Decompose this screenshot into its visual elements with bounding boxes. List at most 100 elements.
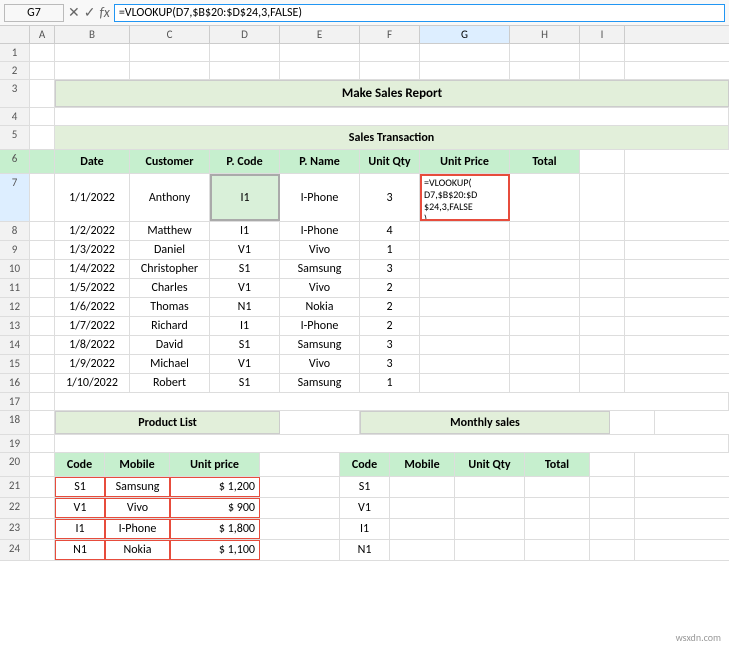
cell-total-15[interactable] <box>510 355 580 373</box>
ms-mobile-s1[interactable] <box>390 477 455 497</box>
cell-uprice-8[interactable] <box>420 222 510 240</box>
col-header-date[interactable]: Date <box>55 150 130 173</box>
ms-code-n1[interactable]: N1 <box>340 540 390 560</box>
cell-i7[interactable] <box>580 174 625 221</box>
main-title-cell[interactable]: Make Sales Report <box>55 80 729 107</box>
cell-pcode-16[interactable]: S1 <box>210 374 280 392</box>
cell-g2[interactable] <box>420 62 510 79</box>
ms-header-code[interactable]: Code <box>340 453 390 476</box>
cell-a6[interactable] <box>30 150 55 173</box>
cell-qty-9[interactable]: 1 <box>360 241 420 259</box>
cell-e18[interactable] <box>280 411 360 434</box>
cell-pcode-11[interactable]: V1 <box>210 279 280 297</box>
cell-a17[interactable] <box>30 393 55 410</box>
cell-pcode-13[interactable]: I1 <box>210 317 280 335</box>
cell-h2[interactable] <box>510 62 580 79</box>
cell-pname-16[interactable]: Samsung <box>280 374 360 392</box>
confirm-icon[interactable]: ✓ <box>84 4 96 21</box>
cell-reference[interactable]: G7 <box>4 4 64 22</box>
cell-h1[interactable] <box>510 44 580 61</box>
cell-a2[interactable] <box>30 62 55 79</box>
cell-a21[interactable] <box>30 477 55 497</box>
cell-date-14[interactable]: 1/8/2022 <box>55 336 130 354</box>
ms-mobile-n1[interactable] <box>390 540 455 560</box>
cell-pcode-8[interactable]: I1 <box>210 222 280 240</box>
cell-e23[interactable] <box>260 519 340 539</box>
ms-code-i1[interactable]: I1 <box>340 519 390 539</box>
cell-uprice-13[interactable] <box>420 317 510 335</box>
cell-customer-9[interactable]: Daniel <box>130 241 210 259</box>
cell-g1[interactable] <box>420 44 510 61</box>
cell-pname-8[interactable]: I-Phone <box>280 222 360 240</box>
cell-i9[interactable] <box>580 241 625 259</box>
cell-qty-11[interactable]: 2 <box>360 279 420 297</box>
cell-total-9[interactable] <box>510 241 580 259</box>
product-list-title[interactable]: Product List <box>55 411 280 434</box>
cell-pcode-9[interactable]: V1 <box>210 241 280 259</box>
cell-e2[interactable] <box>280 62 360 79</box>
cell-pname-10[interactable]: Samsung <box>280 260 360 278</box>
cell-qty-12[interactable]: 2 <box>360 298 420 316</box>
cell-i23[interactable] <box>590 519 635 539</box>
cell-date-16[interactable]: 1/10/2022 <box>55 374 130 392</box>
cell-a18[interactable] <box>30 411 55 434</box>
cell-uprice-15[interactable] <box>420 355 510 373</box>
cell-date-7[interactable]: 1/1/2022 <box>55 174 130 221</box>
ms-mobile-v1[interactable] <box>390 498 455 518</box>
col-header-qty[interactable]: Unit Qty <box>360 150 420 173</box>
prod-header-price[interactable]: Unit price <box>170 453 260 476</box>
cell-pname-11[interactable]: Vivo <box>280 279 360 297</box>
ms-qty-i1[interactable] <box>455 519 525 539</box>
cell-total-13[interactable] <box>510 317 580 335</box>
cell-pname-9[interactable]: Vivo <box>280 241 360 259</box>
cell-a14[interactable] <box>30 336 55 354</box>
cell-i22[interactable] <box>590 498 635 518</box>
cell-pcode-7[interactable]: I1 <box>210 174 280 221</box>
cell-uprice-9[interactable] <box>420 241 510 259</box>
cell-customer-11[interactable]: Charles <box>130 279 210 297</box>
cell-i14[interactable] <box>580 336 625 354</box>
cell-a15[interactable] <box>30 355 55 373</box>
prod-header-mobile[interactable]: Mobile <box>105 453 170 476</box>
cell-i8[interactable] <box>580 222 625 240</box>
cell-qty-7[interactable]: 3 <box>360 174 420 221</box>
cell-a7[interactable] <box>30 174 55 221</box>
prod-price-v1[interactable]: $ 900 <box>170 498 260 518</box>
cell-i24[interactable] <box>590 540 635 560</box>
col-header-total[interactable]: Total <box>510 150 580 173</box>
col-header-customer[interactable]: Customer <box>130 150 210 173</box>
prod-mobile-n1[interactable]: Nokia <box>105 540 170 560</box>
ms-code-v1[interactable]: V1 <box>340 498 390 518</box>
cell-total-12[interactable] <box>510 298 580 316</box>
cell-a5[interactable] <box>30 126 55 149</box>
cell-customer-16[interactable]: Robert <box>130 374 210 392</box>
ms-total-s1[interactable] <box>525 477 590 497</box>
cell-pcode-12[interactable]: N1 <box>210 298 280 316</box>
cell-i6[interactable] <box>580 150 625 173</box>
prod-price-i1[interactable]: $ 1,800 <box>170 519 260 539</box>
cell-f1[interactable] <box>360 44 420 61</box>
cell-a19[interactable] <box>30 435 55 452</box>
cell-uprice-10[interactable] <box>420 260 510 278</box>
ms-code-s1[interactable]: S1 <box>340 477 390 497</box>
prod-code-s1[interactable]: S1 <box>55 477 105 497</box>
ms-qty-s1[interactable] <box>455 477 525 497</box>
ms-qty-n1[interactable] <box>455 540 525 560</box>
cell-a1[interactable] <box>30 44 55 61</box>
ms-mobile-i1[interactable] <box>390 519 455 539</box>
cell-date-9[interactable]: 1/3/2022 <box>55 241 130 259</box>
cell-customer-10[interactable]: Christopher <box>130 260 210 278</box>
cell-i21[interactable] <box>590 477 635 497</box>
cell-date-15[interactable]: 1/9/2022 <box>55 355 130 373</box>
col-header-pname[interactable]: P. Name <box>280 150 360 173</box>
cell-pname-12[interactable]: Nokia <box>280 298 360 316</box>
cell-uprice-7[interactable]: =VLOOKUP(D7,$B$20:$D$24,3,FALSE) <box>420 174 510 221</box>
cell-customer-13[interactable]: Richard <box>130 317 210 335</box>
cell-i18[interactable] <box>610 411 655 434</box>
cell-pname-7[interactable]: I-Phone <box>280 174 360 221</box>
cell-e22[interactable] <box>260 498 340 518</box>
ms-header-total[interactable]: Total <box>525 453 590 476</box>
cell-total-8[interactable] <box>510 222 580 240</box>
cell-pname-15[interactable]: Vivo <box>280 355 360 373</box>
cell-pname-14[interactable]: Samsung <box>280 336 360 354</box>
